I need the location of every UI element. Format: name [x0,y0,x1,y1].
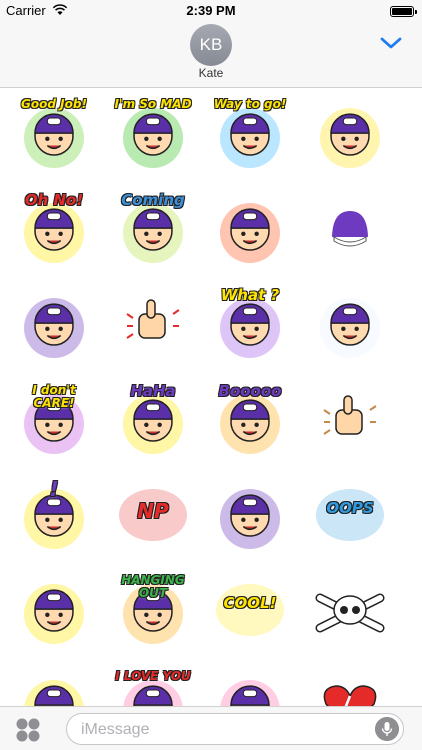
crying-sticker[interactable]: ! [6,467,102,563]
input-bar: iMessage [0,706,422,750]
im-so-mad-sticker[interactable]: I'm So MAD [105,88,201,182]
coming-sticker[interactable]: Coming [105,181,201,277]
cool-sticker[interactable]: COOL! [202,562,298,658]
angry-fire-sticker[interactable] [202,181,298,277]
sticker-caption: I LOVE YOU [115,669,191,683]
message-placeholder: iMessage [81,721,150,738]
status-time: 2:39 PM [186,3,236,18]
np-sticker[interactable]: NP [105,467,201,563]
sticker-caption: Oh No! [24,191,84,209]
confused-sticker[interactable] [6,276,102,372]
i-dont-care-sticker[interactable]: I don't CARE! [6,372,102,468]
angry-fire-art [220,203,280,263]
cap-sticker[interactable] [302,181,398,277]
broken-heart-art [323,685,377,708]
surprised-sticker[interactable] [6,562,102,658]
sticker-caption: HANGING OUT [121,573,185,600]
sticker-caption: Good Job! [21,97,87,111]
sticker-caption: What ? [220,286,280,304]
toilet-art [320,298,380,358]
sticker-caption: I'm So MAD [114,97,192,111]
thumbs-up-sticker[interactable] [105,276,201,372]
confused-art [24,298,84,358]
good-job-sticker[interactable]: Good Job! [6,88,102,182]
bananas-art [320,108,380,168]
sticker-caption: COOL! [223,594,277,612]
skull-art [315,593,385,633]
sticker-grid: Good Job! I'm So MAD Way to go! Oh No! Comin… [0,88,422,708]
chevron-down-icon[interactable] [380,36,402,50]
sticker-caption: OOPS [326,499,374,517]
rock-hand-sticker[interactable] [302,372,398,468]
battery-icon [390,6,417,17]
sticker-caption: NP [137,499,169,523]
oops-sticker[interactable]: OOPS [302,467,398,563]
status-bar: Carrier 2:39 PM [0,0,422,22]
way-to-go-sticker[interactable]: Way to go! [202,88,298,182]
sticker-caption: ! [49,477,59,501]
boo-sticker[interactable]: Booooo [202,372,298,468]
what-sticker[interactable]: What ? [202,276,298,372]
happy-art [24,680,84,708]
conversation-header: KB Kate [0,22,422,88]
contact-avatar[interactable]: KB [190,24,232,66]
sticker-caption: Booooo [218,382,282,400]
heart-eyes-art [220,680,280,708]
thumbs-up-art [126,299,180,339]
singing-art [220,489,280,549]
hahaha-sticker[interactable]: HaHa [105,372,201,468]
sticker-caption: Coming [121,191,185,209]
happy-sticker[interactable] [6,658,102,708]
message-input[interactable]: iMessage [66,713,404,745]
toilet-sticker[interactable] [302,276,398,372]
singing-sticker[interactable] [202,467,298,563]
sticker-caption: Way to go! [213,97,287,111]
sticker-caption: I don't CARE! [32,383,76,410]
contact-name[interactable]: Kate [0,66,422,80]
skull-sticker[interactable] [302,562,398,658]
bananas-sticker[interactable] [302,88,398,182]
broken-heart-sticker[interactable] [302,658,398,708]
i-love-you-sticker[interactable]: I LOVE YOU [105,658,201,708]
cap-art [327,206,373,247]
apps-grid-icon[interactable] [14,716,42,744]
microphone-icon[interactable] [375,717,399,741]
sticker-caption: HaHa [130,382,176,400]
hanging-out-sticker[interactable]: HANGING OUT [105,562,201,658]
rock-hand-art [323,395,377,435]
surprised-art [24,584,84,644]
oh-no-sticker[interactable]: Oh No! [6,181,102,277]
heart-eyes-sticker[interactable] [202,658,298,708]
